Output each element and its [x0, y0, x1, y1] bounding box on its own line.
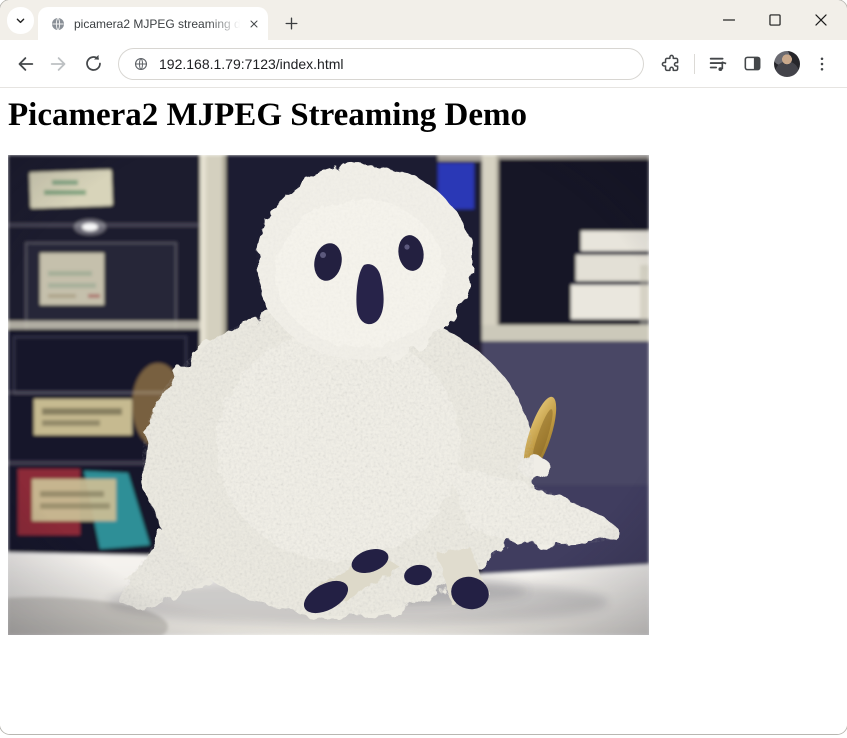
- page-title: Picamera2 MJPEG Streaming Demo: [8, 97, 839, 135]
- address-bar[interactable]: 192.168.1.79:7123/index.html: [118, 48, 644, 80]
- url-text[interactable]: 192.168.1.79:7123/index.html: [159, 56, 343, 72]
- arrow-left-icon: [14, 53, 36, 75]
- tab-title: picamera2 MJPEG streaming de: [74, 17, 245, 31]
- reload-button[interactable]: [76, 47, 110, 81]
- extensions-button[interactable]: [654, 47, 688, 81]
- titlebar: picamera2 MJPEG streaming de: [0, 0, 847, 40]
- owl-camera-frame: [8, 155, 649, 635]
- forward-button[interactable]: [42, 47, 76, 81]
- chevron-down-icon: [13, 13, 28, 28]
- browser-toolbar: 192.168.1.79:7123/index.html: [0, 40, 847, 88]
- browser-tab[interactable]: picamera2 MJPEG streaming de: [38, 7, 268, 40]
- media-controls-button[interactable]: [701, 47, 735, 81]
- globe-favicon-icon: [50, 16, 66, 32]
- profile-avatar[interactable]: [774, 51, 800, 77]
- minimize-button[interactable]: [706, 0, 752, 40]
- tab-search-button[interactable]: [7, 7, 34, 34]
- plus-icon: [283, 15, 300, 32]
- minimize-icon: [718, 9, 740, 31]
- arrow-right-icon: [48, 53, 70, 75]
- browser-window: picamera2 MJPEG streaming de: [0, 0, 847, 734]
- maximize-icon: [764, 9, 786, 31]
- tab-close-button[interactable]: [245, 15, 262, 32]
- close-window-button[interactable]: [798, 0, 844, 40]
- mjpeg-stream-image: [8, 155, 649, 635]
- site-globe-icon: [133, 56, 149, 72]
- side-panel-button[interactable]: [735, 47, 769, 81]
- puzzle-icon: [661, 53, 682, 74]
- kebab-menu-icon: [813, 55, 831, 73]
- window-controls: [706, 0, 844, 40]
- browser-menu-button[interactable]: [805, 47, 839, 81]
- back-button[interactable]: [8, 47, 42, 81]
- web-page: Picamera2 MJPEG Streaming Demo: [0, 97, 847, 734]
- toolbar-divider: [694, 54, 695, 74]
- new-tab-button[interactable]: [278, 10, 305, 37]
- maximize-button[interactable]: [752, 0, 798, 40]
- close-icon: [248, 18, 260, 30]
- side-panel-icon: [742, 53, 763, 74]
- close-icon: [810, 9, 832, 31]
- reload-icon: [83, 53, 104, 74]
- playlist-music-icon: [707, 53, 729, 75]
